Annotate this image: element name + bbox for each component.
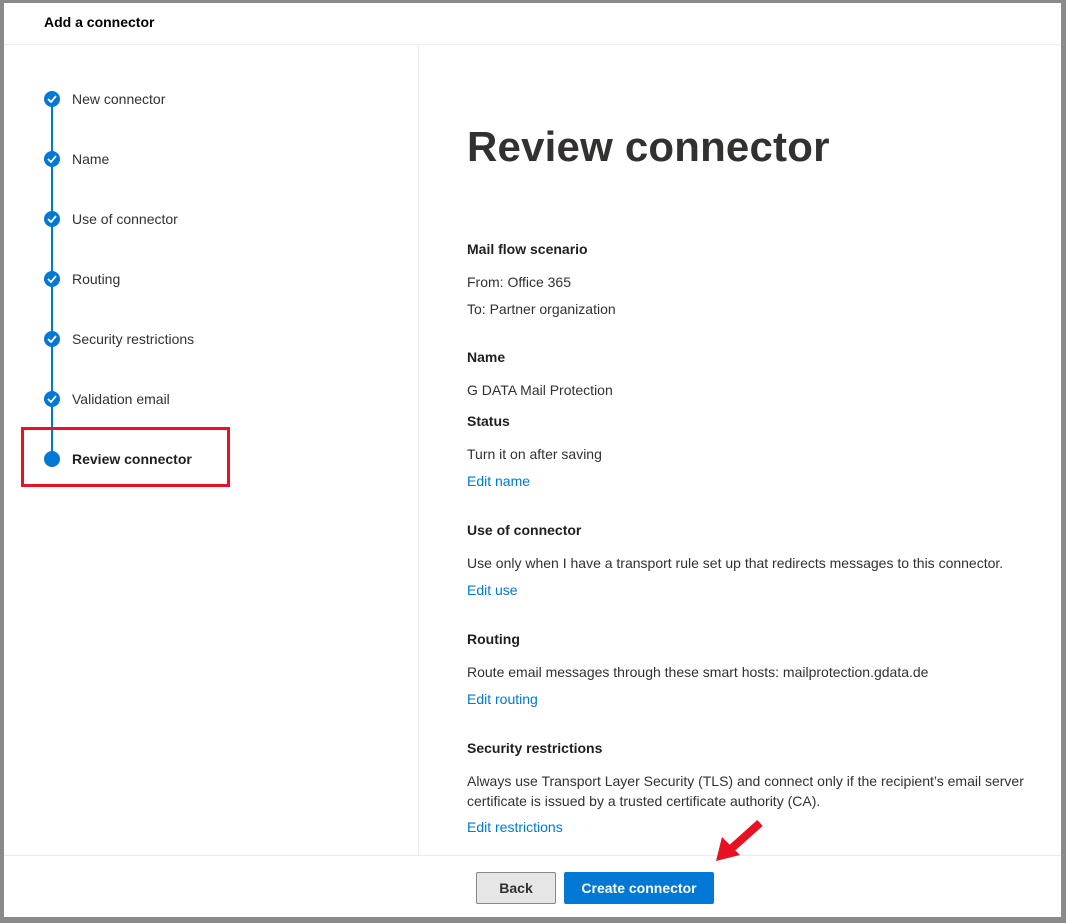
- highlight-annotation-box: [21, 427, 230, 487]
- dialog-window: Add a connector New connector Name Use o…: [4, 3, 1061, 917]
- step-routing[interactable]: Routing: [44, 269, 120, 289]
- checkmark-icon: [44, 391, 60, 407]
- edit-routing-link[interactable]: Edit routing: [467, 691, 538, 707]
- mail-flow-heading: Mail flow scenario: [467, 241, 588, 257]
- edit-name-link[interactable]: Edit name: [467, 473, 530, 489]
- routing-value: Route email messages through these smart…: [467, 664, 929, 680]
- step-validation-email[interactable]: Validation email: [44, 389, 170, 409]
- dialog-title: Add a connector: [44, 14, 155, 30]
- back-button[interactable]: Back: [476, 872, 556, 904]
- review-panel: Review connector Mail flow scenario From…: [419, 45, 1061, 855]
- use-heading: Use of connector: [467, 522, 582, 538]
- step-new-connector[interactable]: New connector: [44, 89, 165, 109]
- name-value: G DATA Mail Protection: [467, 382, 613, 398]
- step-use-of-connector[interactable]: Use of connector: [44, 209, 178, 229]
- mail-flow-from: From: Office 365: [467, 274, 572, 290]
- checkmark-icon: [44, 91, 60, 107]
- dialog-header: Add a connector: [4, 3, 1061, 45]
- security-heading: Security restrictions: [467, 740, 603, 756]
- create-connector-button[interactable]: Create connector: [564, 872, 714, 904]
- step-label: New connector: [72, 91, 166, 107]
- checkmark-icon: [44, 211, 60, 227]
- step-label: Security restrictions: [72, 331, 195, 347]
- page-title: Review connector: [467, 123, 830, 170]
- step-label: Name: [72, 151, 110, 167]
- checkmark-icon: [44, 271, 60, 287]
- security-value-line1: Always use Transport Layer Security (TLS…: [467, 773, 1024, 789]
- checkmark-icon: [44, 331, 60, 347]
- use-value: Use only when I have a transport rule se…: [467, 555, 1004, 571]
- routing-heading: Routing: [467, 631, 520, 647]
- edit-use-link[interactable]: Edit use: [467, 582, 518, 598]
- step-navigation: New connector Name Use of connector Rout…: [4, 45, 419, 855]
- status-heading: Status: [467, 413, 510, 429]
- status-value: Turn it on after saving: [467, 446, 602, 462]
- name-heading: Name: [467, 349, 506, 365]
- edit-restrictions-link[interactable]: Edit restrictions: [467, 819, 563, 835]
- dialog-footer: Back Create connector: [4, 855, 1061, 918]
- step-label: Routing: [72, 271, 121, 287]
- security-value-line2: certificate is issued by a trusted certi…: [467, 793, 821, 809]
- mail-flow-to: To: Partner organization: [467, 301, 616, 317]
- red-arrow-annotation-icon: [716, 820, 763, 861]
- checkmark-icon: [44, 151, 60, 167]
- step-name[interactable]: Name: [44, 149, 109, 169]
- step-security-restrictions[interactable]: Security restrictions: [44, 329, 194, 349]
- step-label: Use of connector: [72, 211, 178, 227]
- step-label: Validation email: [72, 391, 170, 407]
